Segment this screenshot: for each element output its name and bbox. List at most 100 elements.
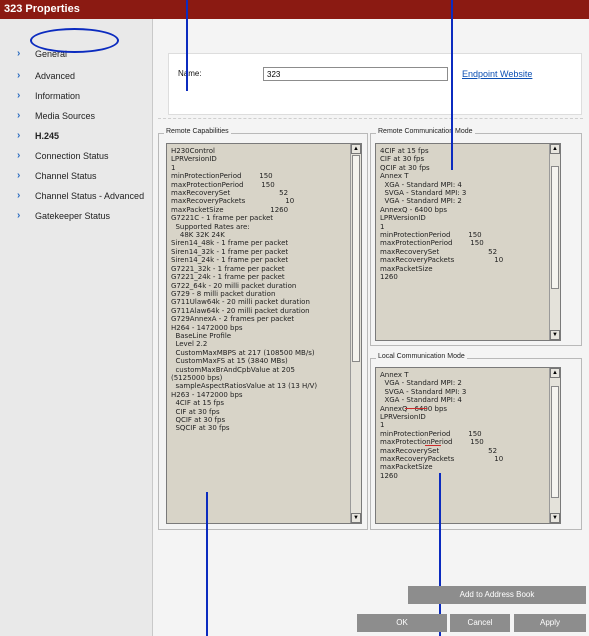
sidebar-item-label: Advanced [35,71,76,81]
list-line: customMaxBrAndCpbValue at 205 [171,365,295,374]
chevron-right-icon: › [17,130,21,141]
name-input[interactable] [263,67,448,81]
sidebar-item-label: H.245 [35,131,60,141]
list-line: VGA - Standard MPI: 2 [380,197,462,206]
list-line: G729 - 8 milli packet duration [171,289,276,298]
chevron-right-icon: › [17,110,21,121]
scroll-down-button[interactable]: ▼ [550,330,560,340]
window-title: 323 Properties [4,3,80,15]
chevron-right-icon: › [17,150,21,161]
sidebar-item-label: Channel Status - Advanced [35,191,145,201]
remote-comm-mode-title: Remote Communication Mode [376,128,475,135]
list-line: maxPacketSize [380,264,433,273]
list-line: maxRecoveryPackets 10 [380,455,504,464]
chevron-right-icon: › [17,90,21,101]
scroll-down-button[interactable]: ▼ [351,513,361,523]
name-label: Name: [178,69,202,78]
scroll-thumb[interactable] [551,166,559,289]
list-line: H264 - 1472000 bps [171,323,243,332]
list-line: minProtectionPeriod 150 [380,429,482,438]
list-line: maxRecoverySet 52 [380,247,498,256]
local-comm-mode-text: Annex T VGA - Standard MPI: 2 SVGA - Sta… [380,371,503,480]
chevron-right-icon: › [17,190,21,201]
cancel-button[interactable]: Cancel [450,614,510,632]
list-line: minProtectionPeriod 150 [380,231,482,240]
chevron-right-icon: › [17,48,21,59]
list-line: VGA - Standard MPI: 2 [380,379,462,388]
endpoint-website-link[interactable]: Endpoint Website [462,69,532,79]
list-line: LPRVersionID [380,413,426,422]
scrollbar[interactable]: ▲ ▼ [350,144,361,523]
list-line: CustomMaxFS at 15 (3840 MBs) [171,357,288,366]
chevron-right-icon: › [17,170,21,181]
list-line: SVGA - Standard MPI: 3 [380,189,467,198]
list-line: G729AnnexA - 2 frames per packet [171,315,295,324]
section-divider [158,118,583,119]
list-line: 4CIF at 15 fps [171,399,225,408]
ok-button[interactable]: OK [357,614,447,632]
annotation-line-bottom-left [206,492,208,636]
list-line: 48K 32K 24K [171,231,225,240]
list-line: maxProtectionPeriod 150 [380,239,484,248]
list-line: QCIF at 30 fps [171,416,226,424]
list-line: Annex T [380,172,409,181]
sidebar-item-label: Channel Status [35,171,97,181]
chevron-right-icon: › [17,70,21,81]
list-line: BaseLine Profile [171,331,232,340]
name-section [168,53,582,115]
scroll-up-button[interactable]: ▲ [351,144,361,154]
highlight-ellipse [30,28,119,53]
list-line: minProtectionPeriod 150 [171,172,273,181]
scroll-up-button[interactable]: ▲ [550,368,560,378]
list-line: 1 [380,421,385,430]
list-line: 1 [171,163,176,172]
sidebar-item-label: Information [35,91,81,101]
scrollbar[interactable]: ▲ ▼ [549,144,560,340]
list-line: LPRVersionID [380,214,426,223]
list-line: 1260 [380,273,398,282]
annotation-line-bottom-right [439,473,441,636]
list-line: maxRecoverySet 52 [380,446,498,455]
local-comm-mode-title: Local Communication Mode [376,353,467,360]
add-to-address-book-button[interactable]: Add to Address Book [408,586,586,604]
list-line: G7221_24k - 1 frame per packet [171,273,285,282]
list-line: G7221C - 1 frame per packet [171,214,274,223]
list-line: CIF at 30 fps [380,155,425,164]
list-line: Supported Rates are: [171,222,250,231]
list-line: Annex T [380,371,409,379]
apply-button[interactable]: Apply [514,614,586,632]
list-line: maxProtectionPeriod 150 [171,180,275,189]
list-line: 1 [380,222,385,231]
list-line: Siren14_48k - 1 frame per packet [171,239,289,248]
scroll-up-button[interactable]: ▲ [550,144,560,154]
list-line: G711Alaw64k - 20 milli packet duration [171,306,310,315]
scroll-down-button[interactable]: ▼ [550,513,560,523]
list-line: SQCIF at 30 fps [171,424,230,433]
window-title-bar: 323 Properties [0,0,589,19]
list-line: XGA - Standard MPI: 4 [380,396,462,405]
list-line: H263 - 1472000 bps [171,390,243,399]
list-line: G722_64k - 20 milli packet duration [171,281,297,290]
list-line: (5125000 bps) [171,373,223,382]
list-line: XGA - Standard MPI: 4 [380,180,462,189]
list-line: maxPacketSize [380,463,433,472]
annotation-marker [425,445,441,446]
list-line: maxRecoverySet 52 [171,189,289,198]
annotation-marker [405,408,427,409]
remote-comm-mode-list[interactable]: 4CIF at 15 fps CIF at 30 fps QCIF at 30 fp… [375,143,561,341]
scroll-thumb[interactable] [352,155,360,362]
chevron-right-icon: › [17,210,21,221]
scroll-thumb[interactable] [551,386,559,498]
list-line: 4CIF at 15 fps [380,147,429,155]
remote-capabilities-text: H230Control LPRVersionID 1 minProtectionPer… [171,147,317,433]
remote-capabilities-title: Remote Capabilities [164,128,231,135]
list-line: QCIF at 30 fps [380,163,430,172]
remote-capabilities-list[interactable]: H230Control LPRVersionID 1 minProtectionPer… [166,143,362,524]
list-line: G7221_32k - 1 frame per packet [171,264,285,273]
list-line: sampleAspectRatiosValue at 13 (13 H/V) [171,382,318,391]
sidebar-item-label: Connection Status [35,151,109,161]
annotation-line-top-right [451,0,453,170]
annotation-line-top-left [186,0,188,91]
scrollbar[interactable]: ▲ ▼ [549,368,560,523]
local-comm-mode-list[interactable]: Annex T VGA - Standard MPI: 2 SVGA - Sta… [375,367,561,524]
